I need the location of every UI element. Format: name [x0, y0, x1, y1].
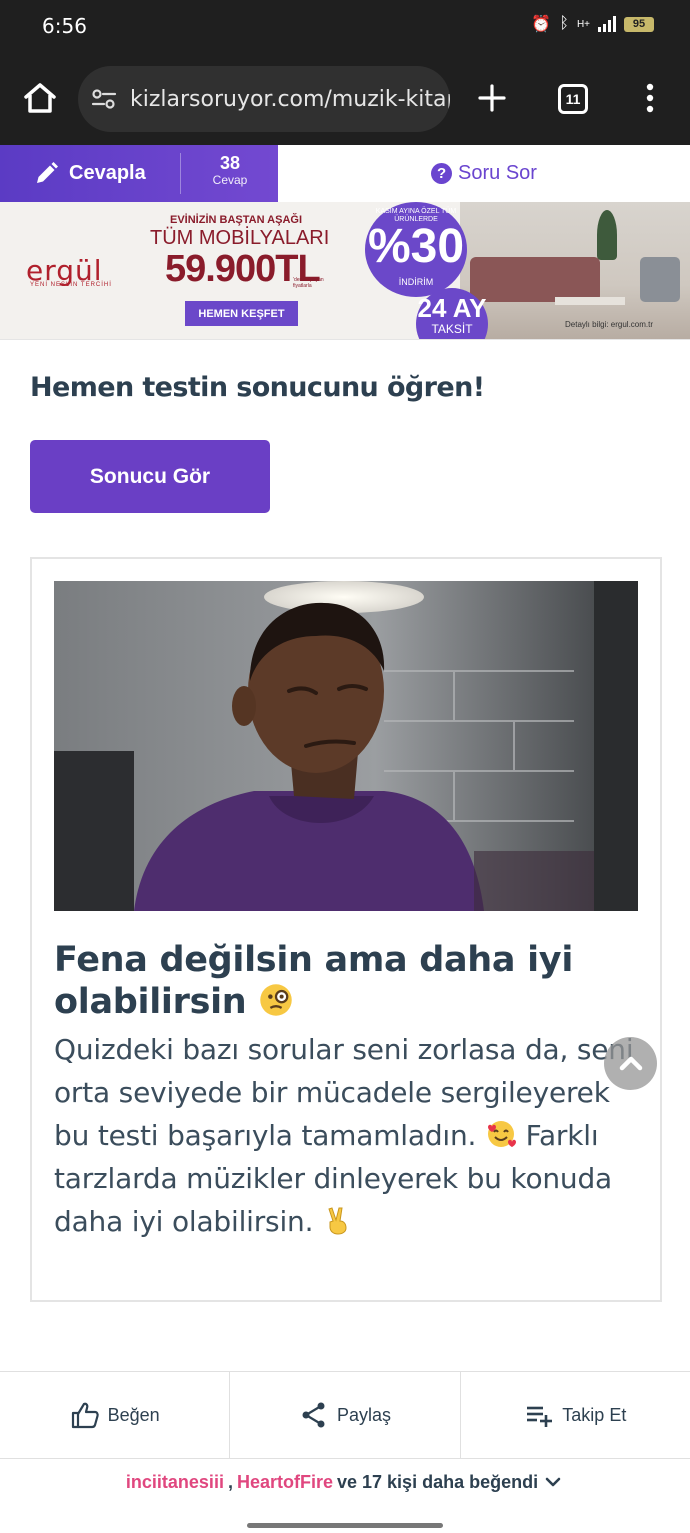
answer-count-value: 38: [219, 153, 241, 173]
ad-banner[interactable]: ergül YENİ NESLİN TERCİHİ EVİNİZİN BAŞTA…: [0, 202, 690, 340]
bluetooth-icon: ᛒ: [559, 15, 569, 32]
ad-discount-label: İNDİRİM: [398, 277, 434, 287]
result-title: Fena değilsin ama daha iyi olabilirsin: [54, 939, 638, 1023]
status-icons: ⏰ ᛒ H+ 95: [531, 14, 654, 34]
ad-installments: 24 AY: [417, 293, 487, 323]
status-time: 6:56: [42, 14, 87, 38]
answer-button[interactable]: Cevapla 38 Cevap: [0, 145, 278, 202]
share-button[interactable]: Paylaş: [230, 1372, 461, 1458]
gesture-navigation-bar[interactable]: [247, 1523, 443, 1528]
liker-link[interactable]: inciitanesiii: [126, 1472, 224, 1493]
ask-question-button[interactable]: ? Soru Sor: [278, 145, 690, 202]
result-image: [54, 581, 638, 911]
likes-suffix: ve 17 kişi daha beğendi: [337, 1471, 539, 1492]
thumbs-up-icon: [71, 1402, 99, 1429]
monocle-face-icon: [260, 984, 293, 1016]
ad-table-shape: [555, 297, 625, 305]
ask-question-label: Soru Sor: [458, 162, 537, 184]
ad-plant-shape: [597, 210, 617, 260]
divider: [180, 153, 181, 194]
alarm-icon: ⏰: [531, 16, 552, 33]
victory-hand-icon: [328, 1207, 347, 1235]
ad-installment-badge: 24 AY TAKSİT: [416, 288, 488, 339]
signal-icon: [598, 16, 616, 32]
likes-summary[interactable]: inciitanesiii, HeartofFire ve 17 kişi da…: [0, 1471, 690, 1493]
ad-installments-label: TAKSİT: [431, 322, 473, 336]
result-photo: [54, 581, 638, 911]
ad-discount-badge: KASIM AYINA ÖZEL TÜM ÜRÜNLERDE %30 İNDİR…: [365, 202, 467, 297]
ad-line2: TÜM MOBİLYALARI: [150, 227, 330, 249]
follow-label: Takip Et: [562, 1404, 627, 1425]
share-icon: [302, 1402, 325, 1428]
network-type: H+: [576, 18, 590, 30]
ad-line1: EVİNİZİN BAŞTAN AŞAĞI: [170, 214, 303, 226]
ad-price-note: 'den başlayan fiyatlarla: [293, 277, 324, 289]
more-menu-icon[interactable]: [644, 83, 656, 113]
url-text: kizlarsoruyor.com/muzik-kitap: [130, 86, 450, 112]
chevron-up-icon: [619, 1056, 642, 1070]
ad-sofa-shape: [470, 257, 600, 302]
smiling-face-hearts-icon: [487, 1121, 516, 1147]
ad-detail-text: Detaylı bilgi: ergul.com.tr: [565, 320, 654, 329]
ad-chair-shape: [640, 257, 680, 302]
result-description: Quizdeki bazı sorular seni zorlasa da, s…: [54, 1028, 644, 1243]
result-heading: Hemen testin sonucunu öğren!: [30, 372, 485, 403]
answer-label: Cevapla: [69, 162, 146, 184]
bottom-action-bar: Beğen Paylaş Takip Et: [0, 1371, 690, 1459]
result-card: Fena değilsin ama daha iyi olabilirsin Q…: [30, 557, 662, 1302]
chevron-down-icon[interactable]: [542, 1471, 564, 1493]
ad-cta-button[interactable]: HEMEN KEŞFET: [185, 301, 298, 326]
share-label: Paylaş: [336, 1404, 391, 1425]
playlist-add-icon: [527, 1406, 553, 1427]
site-action-bar: Cevapla 38 Cevap ? Soru Sor: [0, 145, 690, 202]
status-bar: 6:56 ⏰ ᛒ H+ 95: [0, 0, 690, 52]
ad-brand-tagline: YENİ NESLİN TERCİHİ: [30, 282, 112, 288]
new-tab-icon[interactable]: [477, 83, 507, 113]
battery-icon: 95: [624, 16, 654, 32]
address-bar[interactable]: kizlarsoruyor.com/muzik-kitap: [78, 66, 450, 132]
follow-button[interactable]: Takip Et: [461, 1372, 690, 1458]
browser-toolbar: kizlarsoruyor.com/muzik-kitap 11: [0, 52, 690, 145]
like-button[interactable]: Beğen: [0, 1372, 231, 1458]
answer-count: 38 Cevap: [182, 153, 278, 187]
tab-switcher-button[interactable]: 11: [558, 84, 588, 114]
site-settings-icon[interactable]: [90, 85, 118, 113]
question-icon: ?: [431, 163, 453, 184]
ad-discount-value: %30: [367, 220, 465, 273]
answer-count-label: Cevap: [212, 173, 248, 187]
see-result-button[interactable]: Sonucu Gör: [30, 440, 270, 513]
scroll-to-top-button[interactable]: [604, 1037, 657, 1090]
result-title-text: Fena değilsin ama daha iyi olabilirsin: [54, 940, 574, 1022]
like-label: Beğen: [107, 1404, 160, 1425]
likes-separator: ,: [227, 1471, 233, 1492]
liker-link[interactable]: HeartofFire: [237, 1472, 333, 1493]
home-icon[interactable]: [22, 80, 58, 116]
pencil-icon: [37, 161, 58, 183]
